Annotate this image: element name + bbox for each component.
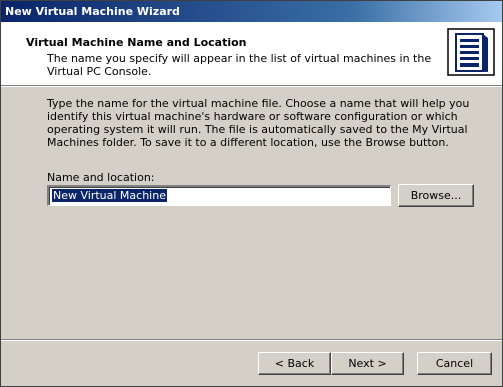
wizard-window: New Virtual Machine Wizard Virtual Machi… [0,0,503,387]
title-bar[interactable]: New Virtual Machine Wizard [1,1,502,22]
page-subtitle: The name you specify will appear in the … [47,52,432,78]
header-divider [1,85,502,87]
footer-divider [1,339,502,341]
window-title: New Virtual Machine Wizard [5,5,180,18]
cancel-button[interactable]: Cancel [417,352,492,375]
instructions-text: Type the name for the virtual machine fi… [47,97,470,149]
name-location-input[interactable] [47,185,391,206]
virtual-pc-server-icon [447,28,495,76]
wizard-header: Virtual Machine Name and Location The na… [1,22,502,85]
page-title: Virtual Machine Name and Location [26,36,247,49]
back-button[interactable]: < Back [258,352,331,375]
browse-button[interactable]: Browse... [398,184,474,207]
name-location-label: Name and location: [47,171,155,184]
next-button[interactable]: Next > [331,352,404,375]
